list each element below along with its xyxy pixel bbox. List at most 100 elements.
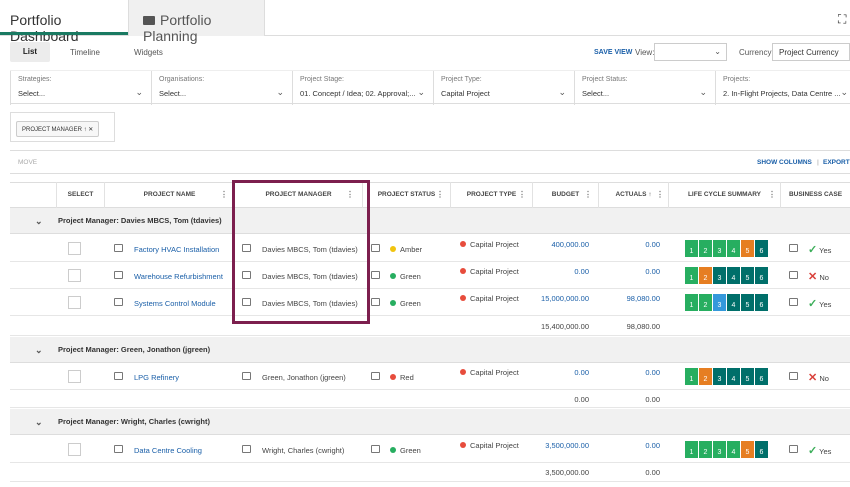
currency-select[interactable]: Project Currency (772, 43, 850, 61)
life-cycle-stage[interactable]: 4 (727, 267, 740, 284)
sort-asc-icon[interactable]: ↑ (84, 127, 87, 133)
life-cycle-stage[interactable]: 4 (727, 240, 740, 257)
filter-project-stage[interactable]: Project Stage: 01. Concept / Idea; 02. Ap… (292, 71, 433, 105)
tab-portfolio-planning[interactable]: Portfolio Planning (128, 0, 265, 44)
life-cycle-stage[interactable]: 2 (699, 267, 712, 284)
open-icon[interactable] (789, 244, 798, 252)
export-button[interactable]: EXPORT (823, 159, 850, 166)
col-project-name[interactable]: PROJECT NAME ⋮ (104, 182, 234, 208)
life-cycle-stage[interactable]: 1 (685, 240, 698, 257)
project-name-link[interactable]: Factory HVAC Installation (134, 245, 219, 254)
open-icon[interactable] (371, 298, 380, 306)
actuals-value[interactable]: 98,080.00 (598, 294, 660, 303)
life-cycle-stage[interactable]: 4 (727, 441, 740, 458)
life-cycle-stage[interactable]: 6 (755, 267, 768, 284)
open-icon[interactable] (242, 445, 251, 453)
life-cycle-stage[interactable]: 5 (741, 240, 754, 257)
budget-value[interactable]: 400,000.00 (532, 240, 589, 249)
open-icon[interactable] (114, 271, 123, 279)
life-cycle-stage[interactable]: 4 (727, 294, 740, 311)
col-life-cycle[interactable]: LIFE CYCLE SUMMARY ⋮ (668, 182, 780, 208)
view-tab-widgets[interactable]: Widgets (134, 48, 163, 57)
col-select[interactable]: SELECT (56, 182, 104, 208)
row-checkbox[interactable] (68, 242, 81, 255)
life-cycle-stage[interactable]: 6 (755, 240, 768, 257)
row-checkbox[interactable] (68, 269, 81, 282)
life-cycle-stage[interactable]: 4 (727, 368, 740, 385)
filter-project-status[interactable]: Project Status: Select... ⌄ (574, 71, 715, 105)
life-cycle-stage[interactable]: 2 (699, 240, 712, 257)
row-checkbox[interactable] (68, 370, 81, 383)
group-header[interactable]: ⌄ Project Manager: Green, Jonathon (jgree… (10, 337, 850, 363)
life-cycle-stage[interactable]: 3 (713, 240, 726, 257)
life-cycle-stage[interactable]: 1 (685, 294, 698, 311)
actuals-value[interactable]: 0.00 (598, 240, 660, 249)
view-select[interactable]: ⌄ (654, 43, 727, 61)
life-cycle-stage[interactable]: 3 (713, 368, 726, 385)
open-icon[interactable] (789, 271, 798, 279)
col-budget[interactable]: BUDGET ⋮ (532, 182, 598, 208)
actuals-value[interactable]: 0.00 (598, 267, 660, 276)
open-icon[interactable] (371, 244, 380, 252)
life-cycle-stage[interactable]: 3 (713, 294, 726, 311)
life-cycle-stage[interactable]: 2 (699, 441, 712, 458)
more-icon[interactable]: ⋮ (518, 182, 526, 208)
col-business-case[interactable]: BUSINESS CASE (780, 182, 850, 208)
col-actuals[interactable]: ACTUALS ↑ ⋮ (598, 182, 668, 208)
more-icon[interactable]: ⋮ (584, 182, 592, 208)
budget-value[interactable]: 15,000,000.00 (532, 294, 589, 303)
expand-icon[interactable]: ⛶ (838, 12, 846, 27)
filter-project-type[interactable]: Project Type: Capital Project ⌄ (433, 71, 574, 105)
project-name-link[interactable]: Warehouse Refurbishment (134, 272, 223, 281)
filter-projects[interactable]: Projects: 2. In-Flight Projects, Data Cen… (715, 71, 850, 105)
move-button[interactable]: MOVE (18, 159, 37, 166)
filter-organisations[interactable]: Organisations: Select... ⌄ (151, 71, 292, 105)
row-checkbox[interactable] (68, 443, 81, 456)
open-icon[interactable] (789, 298, 798, 306)
life-cycle-stage[interactable]: 3 (713, 267, 726, 284)
project-name-link[interactable]: Data Centre Cooling (134, 446, 202, 455)
actuals-value[interactable]: 0.00 (598, 368, 660, 377)
life-cycle-stage[interactable]: 1 (685, 267, 698, 284)
life-cycle-stage[interactable]: 1 (685, 441, 698, 458)
more-icon[interactable]: ⋮ (656, 182, 664, 208)
project-name-link[interactable]: LPG Refinery (134, 373, 179, 382)
budget-value[interactable]: 0.00 (532, 368, 589, 377)
life-cycle-stage[interactable]: 6 (755, 368, 768, 385)
life-cycle-stage[interactable]: 2 (699, 368, 712, 385)
view-tab-timeline[interactable]: Timeline (70, 48, 100, 57)
open-icon[interactable] (371, 271, 380, 279)
chevron-down-icon[interactable]: ⌄ (35, 409, 43, 435)
filter-strategies[interactable]: Strategies: Select... ⌄ (10, 71, 151, 105)
open-icon[interactable] (371, 372, 380, 380)
open-icon[interactable] (114, 372, 123, 380)
sort-asc-icon[interactable]: ↑ (648, 191, 651, 198)
more-icon[interactable]: ⋮ (436, 182, 444, 208)
view-tab-list[interactable]: List (10, 42, 50, 62)
open-icon[interactable] (114, 445, 123, 453)
budget-value[interactable]: 3,500,000.00 (532, 441, 589, 450)
life-cycle-stage[interactable]: 5 (741, 368, 754, 385)
open-icon[interactable] (789, 372, 798, 380)
grouping-chip[interactable]: PROJECT MANAGER ↑ ✕ (16, 121, 100, 137)
life-cycle-stage[interactable]: 5 (741, 441, 754, 458)
open-icon[interactable] (114, 244, 123, 252)
col-project-status[interactable]: PROJECT STATUS ⋮ (362, 182, 450, 208)
project-name-link[interactable]: Systems Control Module (134, 299, 216, 308)
group-header[interactable]: ⌄ Project Manager: Wright, Charles (cwrig… (10, 409, 850, 435)
life-cycle-stage[interactable]: 2 (699, 294, 712, 311)
open-icon[interactable] (242, 372, 251, 380)
open-icon[interactable] (371, 445, 380, 453)
open-icon[interactable] (114, 298, 123, 306)
life-cycle-stage[interactable]: 5 (741, 294, 754, 311)
tab-portfolio-dashboard[interactable]: Portfolio Dashboard (0, 0, 128, 44)
col-project-type[interactable]: PROJECT TYPE ⋮ (450, 182, 532, 208)
life-cycle-stage[interactable]: 6 (755, 294, 768, 311)
more-icon[interactable]: ⋮ (220, 182, 228, 208)
more-icon[interactable]: ⋮ (768, 182, 776, 208)
row-checkbox[interactable] (68, 296, 81, 309)
life-cycle-stage[interactable]: 1 (685, 368, 698, 385)
life-cycle-stage[interactable]: 3 (713, 441, 726, 458)
actuals-value[interactable]: 0.00 (598, 441, 660, 450)
life-cycle-stage[interactable]: 5 (741, 267, 754, 284)
